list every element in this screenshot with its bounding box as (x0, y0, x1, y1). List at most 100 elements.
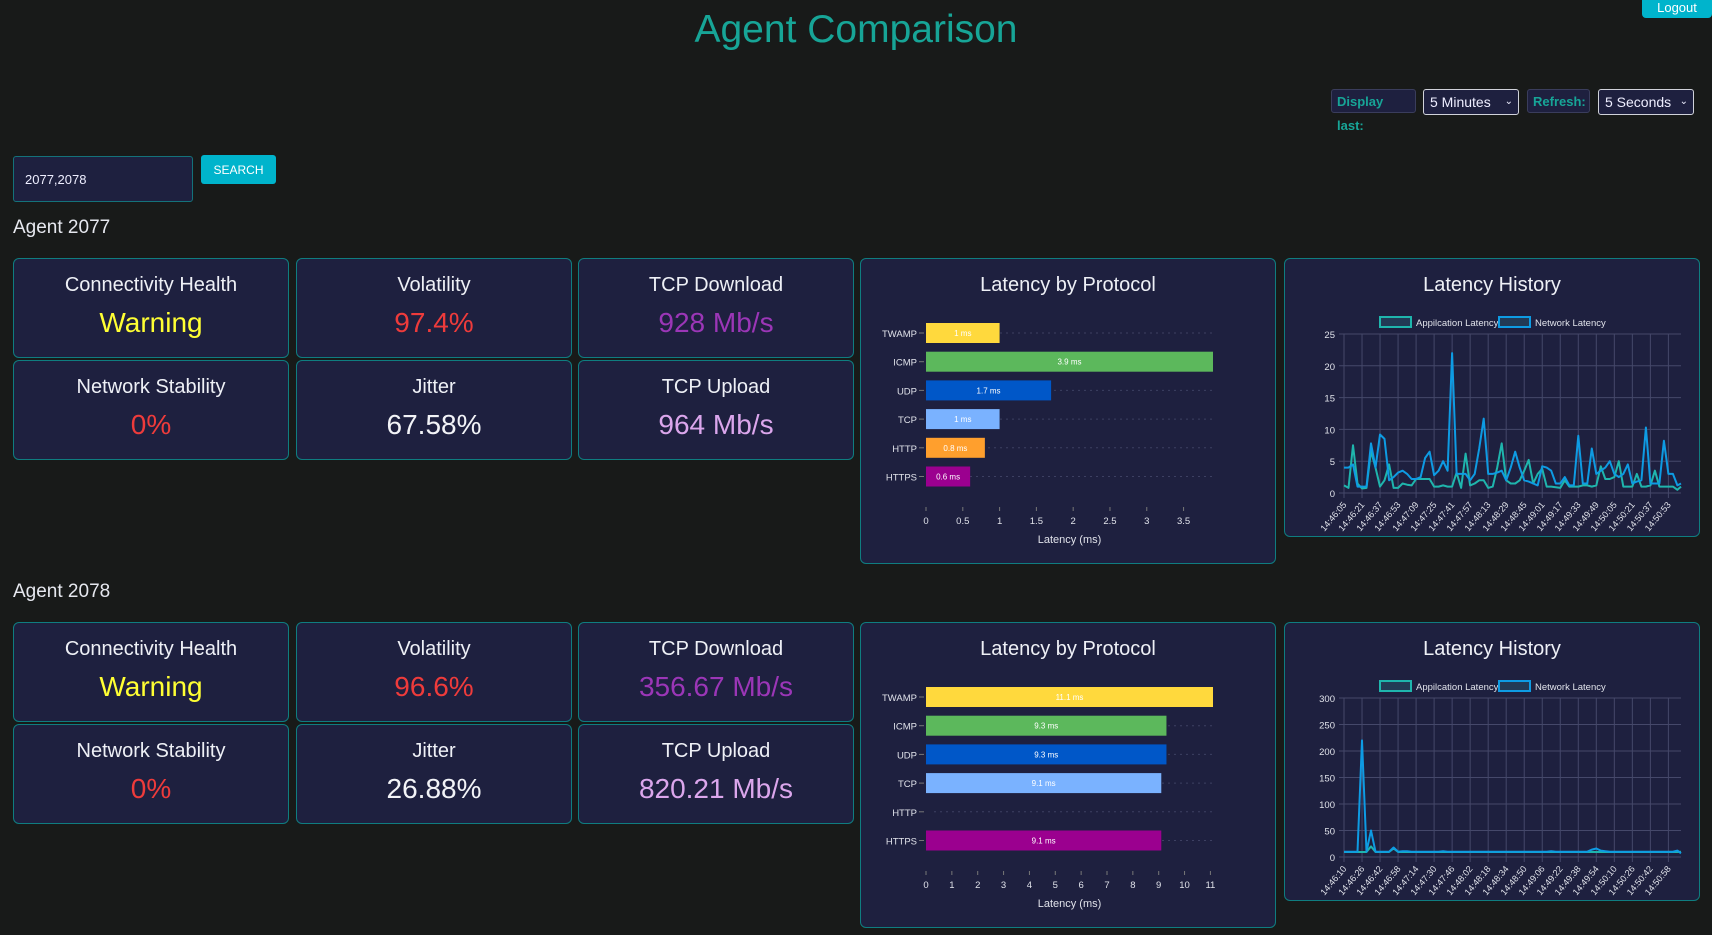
bar-chart: TWAMP 1 ms ICMP 3.9 ms UDP 1.7 ms TCP 1 ms HTTP 0… (882, 323, 1213, 546)
y-tick-label: 0 (1330, 853, 1335, 864)
y-tick-label: HTTPS (886, 473, 917, 484)
y-tick-label: ICMP (893, 358, 917, 369)
bar-data-label: 1 ms (954, 329, 971, 338)
y-tick-label: 200 (1319, 747, 1335, 758)
y-tick-label: 50 (1324, 827, 1335, 838)
agent-heading: Agent 2078 (13, 581, 111, 602)
bar-data-label: 9.3 ms (1034, 750, 1058, 759)
x-axis-title: Latency (ms) (1038, 898, 1102, 910)
x-tick-label: 3.5 (1177, 516, 1190, 527)
y-tick-label: TWAMP (882, 329, 917, 340)
bar-data-label: 0.6 ms (936, 473, 960, 482)
latency-history-card: Latency History Appilcation Latency Networ… (1284, 258, 1700, 537)
x-tick-label: 0 (923, 516, 928, 527)
legend-swatch[interactable] (1498, 680, 1531, 692)
bar-data-label: 3.9 ms (1057, 358, 1081, 367)
x-tick-label: 2 (1071, 516, 1076, 527)
stat-label: TCP Upload (661, 740, 771, 762)
stat-card: TCP Upload 820.21 Mb/s (578, 724, 854, 824)
y-tick-label: HTTP (892, 444, 917, 455)
stat-card: TCP Download 928 Mb/s (578, 258, 854, 358)
x-tick-label: 8 (1130, 880, 1135, 891)
stat-label: Jitter (412, 740, 456, 762)
bar-data-label: 1.7 ms (977, 386, 1001, 395)
stat-label: Connectivity Health (64, 274, 238, 296)
stat-label: Connectivity Health (64, 638, 238, 660)
y-tick-label: 150 (1319, 774, 1335, 785)
x-tick-label: 10 (1179, 880, 1190, 891)
legend-label[interactable]: Network Latency (1535, 682, 1606, 693)
latency-by-protocol-card: Latency by Protocol TWAMP 11.1 ms ICMP 9.3 m… (860, 622, 1276, 928)
refresh-value: 5 Seconds (1605, 94, 1672, 110)
refresh-select[interactable]: 5 Seconds ⌄ (1598, 89, 1694, 115)
legend-swatch[interactable] (1379, 316, 1412, 328)
stat-card: Volatility 96.6% (296, 622, 572, 722)
stat-card: Connectivity Health Warning (13, 258, 289, 358)
bar-chart: TWAMP 11.1 ms ICMP 9.3 ms UDP 9.3 ms TCP 9.1 ms… (882, 687, 1215, 910)
legend-label[interactable]: Appilcation Latency (1416, 318, 1499, 329)
bar-data-label: 1 ms (954, 415, 971, 424)
chevron-down-icon: ⌄ (1504, 96, 1513, 107)
legend-label[interactable]: Appilcation Latency (1416, 682, 1499, 693)
stat-value: 964 Mb/s (658, 409, 774, 440)
agent-heading: Agent 2077 (13, 217, 111, 238)
line-chart: Appilcation Latency Network Latency 0 50 100… (1318, 680, 1682, 897)
stat-value: 928 Mb/s (658, 307, 774, 338)
x-tick-label: 0 (923, 880, 928, 891)
y-tick-label: 25 (1324, 330, 1335, 341)
search-button[interactable]: SEARCH (201, 155, 276, 184)
stat-value: Warning (99, 307, 203, 338)
y-tick-label: TWAMP (882, 693, 917, 704)
x-tick-label: 1 (997, 516, 1002, 527)
stat-card: Connectivity Health Warning (13, 622, 289, 722)
latency-by-protocol-card: Latency by Protocol TWAMP 1 ms ICMP 3.9 ms UD… (860, 258, 1276, 564)
page-title: Agent Comparison (694, 8, 1018, 51)
bar-data-label: 0.8 ms (943, 444, 967, 453)
display-last-select[interactable]: 5 Minutes ⌄ (1423, 89, 1519, 115)
bar-data-label: 9.1 ms (1032, 837, 1056, 846)
logout-button[interactable]: Logout (1642, 0, 1712, 18)
y-tick-label: 15 (1324, 394, 1335, 405)
series-line[interactable] (1344, 739, 1682, 855)
agent-search-input[interactable] (13, 156, 193, 202)
display-last-value: 5 Minutes (1430, 94, 1491, 110)
legend-label[interactable]: Network Latency (1535, 318, 1606, 329)
legend-swatch[interactable] (1498, 316, 1531, 328)
y-tick-label: TCP (898, 415, 917, 426)
y-tick-label: TCP (898, 779, 917, 790)
x-tick-label: 2 (975, 880, 980, 891)
stat-card: Jitter 26.88% (296, 724, 572, 824)
stat-value: 26.88% (386, 773, 482, 804)
stat-card: Network Stability 0% (13, 360, 289, 460)
x-axis-title: Latency (ms) (1038, 534, 1102, 546)
y-tick-label: 0 (1330, 489, 1335, 500)
latency-history-card: Latency History Appilcation Latency Networ… (1284, 622, 1700, 901)
x-tick-label: 2.5 (1103, 516, 1116, 527)
x-tick-label: 5 (1053, 880, 1058, 891)
stat-value: 0% (130, 409, 172, 440)
series-line[interactable] (1343, 442, 1682, 491)
x-tick-label: 9 (1156, 880, 1161, 891)
stat-label: Network Stability (76, 740, 226, 762)
bar-data-label: 9.3 ms (1034, 722, 1058, 731)
stat-label: TCP Download (648, 274, 784, 296)
y-tick-label: 100 (1319, 800, 1335, 811)
stat-label: Volatility (397, 638, 471, 660)
stat-label: Jitter (412, 376, 456, 398)
stat-label: Volatility (397, 274, 471, 296)
x-tick-label: 3 (1144, 516, 1149, 527)
legend-swatch[interactable] (1379, 680, 1412, 692)
y-tick-label: UDP (897, 386, 917, 397)
x-tick-label: 7 (1104, 880, 1109, 891)
x-tick-label: 3 (1001, 880, 1006, 891)
stat-value: 820.21 Mb/s (638, 773, 794, 804)
stat-value: 97.4% (394, 307, 474, 338)
bar-data-label: 11.1 ms (1056, 693, 1084, 702)
stat-value: 67.58% (386, 409, 482, 440)
stat-value: 356.67 Mb/s (638, 671, 794, 702)
stat-card: Network Stability 0% (13, 724, 289, 824)
series-line[interactable] (1344, 352, 1682, 488)
stat-label: Network Stability (76, 376, 226, 398)
y-tick-label: 10 (1324, 425, 1335, 436)
stat-label: TCP Upload (661, 376, 771, 398)
